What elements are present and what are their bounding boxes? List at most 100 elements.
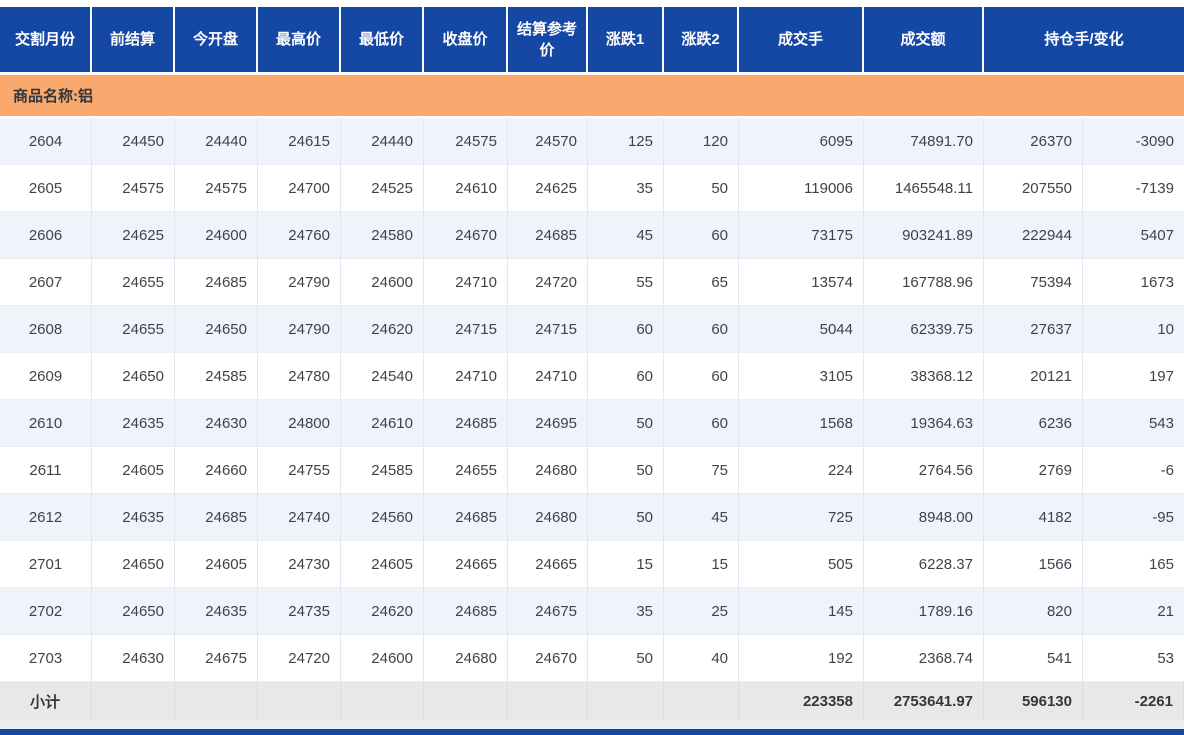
table-row: 2610246352463024800246102468524695506015… [0,400,1184,447]
cell-open: 24585 [175,353,258,400]
cell-delivery-month: 2701 [0,541,92,588]
column-header-label: 交割月份 [15,29,75,50]
cell-close: 24685 [424,588,508,635]
cell-turnover: 38368.12 [864,353,984,400]
subtotal-label: 小计 [0,682,92,720]
column-header-open-interest-change: 持仓手/变化 [984,7,1184,72]
cell-open-interest: 26370 [984,118,1083,165]
subtotal-empty-cell [424,682,508,720]
cell-low: 24610 [341,400,424,447]
cell-low: 24620 [341,306,424,353]
cell-open-interest: 222944 [984,212,1083,259]
cell-volume: 192 [739,635,864,682]
cell-open-interest: 207550 [984,165,1083,212]
cell-change1: 50 [588,447,664,494]
cell-settlement-ref: 24625 [508,165,588,212]
cell-open: 24685 [175,259,258,306]
subtotal-empty-cell [508,682,588,720]
cell-close: 24655 [424,447,508,494]
cell-volume: 5044 [739,306,864,353]
cell-prev-settlement: 24655 [92,306,175,353]
cell-prev-settlement: 24650 [92,353,175,400]
cell-change1: 15 [588,541,664,588]
cell-delivery-month: 2612 [0,494,92,541]
cell-close: 24710 [424,353,508,400]
cell-high: 24700 [258,165,341,212]
cell-high: 24730 [258,541,341,588]
cell-prev-settlement: 24650 [92,588,175,635]
column-header-label: 结算参考价 [514,19,580,61]
cell-turnover: 74891.70 [864,118,984,165]
cell-low: 24525 [341,165,424,212]
commodity-name-label: 商品名称:铝 [13,85,93,106]
cell-high: 24790 [258,259,341,306]
cell-high: 24790 [258,306,341,353]
cell-oi-change: 197 [1083,353,1184,400]
subtotal-empty-cell [258,682,341,720]
cell-delivery-month: 2610 [0,400,92,447]
column-header-label: 收盘价 [442,29,487,50]
column-header-label: 前结算 [110,29,155,50]
cell-change2: 45 [664,494,739,541]
cell-volume: 73175 [739,212,864,259]
cell-open: 24650 [175,306,258,353]
cell-change2: 75 [664,447,739,494]
cell-open-interest: 1566 [984,541,1083,588]
column-header-close: 收盘价 [424,7,508,72]
cell-open-interest: 820 [984,588,1083,635]
cell-delivery-month: 2608 [0,306,92,353]
cell-low: 24560 [341,494,424,541]
cell-change1: 125 [588,118,664,165]
cell-open-interest: 6236 [984,400,1083,447]
commodity-group-bar: 商品名称:铝 [0,75,1184,116]
cell-volume: 119006 [739,165,864,212]
subtotal-empty-cell [92,682,175,720]
cell-oi-change: 10 [1083,306,1184,353]
cell-change1: 50 [588,635,664,682]
cell-low: 24540 [341,353,424,400]
cell-change2: 60 [664,306,739,353]
table-row: 2607246552468524790246002471024720556513… [0,259,1184,306]
cell-open: 24685 [175,494,258,541]
cell-volume: 6095 [739,118,864,165]
cell-open: 24635 [175,588,258,635]
column-header-change1: 涨跌1 [588,7,664,72]
cell-close: 24710 [424,259,508,306]
cell-delivery-month: 2606 [0,212,92,259]
cell-high: 24740 [258,494,341,541]
cell-prev-settlement: 24655 [92,259,175,306]
cell-high: 24735 [258,588,341,635]
subtotal-oi-change: -2261 [1083,682,1184,720]
column-header-label: 成交额 [900,29,945,50]
subtotal-row: 小计 223358 2753641.97 596130 -2261 [0,682,1184,720]
cell-high: 24755 [258,447,341,494]
cell-high: 24720 [258,635,341,682]
table-row: 2702246502463524735246202468524675352514… [0,588,1184,635]
cell-oi-change: -95 [1083,494,1184,541]
column-header-high: 最高价 [258,7,341,72]
cell-oi-change: 5407 [1083,212,1184,259]
subtotal-empty-cell [664,682,739,720]
column-header-open: 今开盘 [175,7,258,72]
cell-change1: 35 [588,165,664,212]
cell-oi-change: 543 [1083,400,1184,447]
cell-oi-change: 165 [1083,541,1184,588]
column-header-label: 成交手 [778,29,823,50]
cell-settlement-ref: 24680 [508,447,588,494]
cell-low: 24600 [341,259,424,306]
cell-settlement-ref: 24570 [508,118,588,165]
cell-oi-change: 1673 [1083,259,1184,306]
column-header-turnover: 成交额 [864,7,984,72]
cell-change2: 60 [664,400,739,447]
column-header-volume: 成交手 [739,7,864,72]
cell-high: 24780 [258,353,341,400]
cell-delivery-month: 2702 [0,588,92,635]
column-header-label: 持仓手/变化 [1044,29,1123,50]
cell-change2: 15 [664,541,739,588]
cell-change2: 60 [664,353,739,400]
cell-open: 24630 [175,400,258,447]
subtotal-volume: 223358 [739,682,864,720]
table-row: 2611246052466024755245852465524680507522… [0,447,1184,494]
cell-settlement-ref: 24710 [508,353,588,400]
cell-change1: 35 [588,588,664,635]
